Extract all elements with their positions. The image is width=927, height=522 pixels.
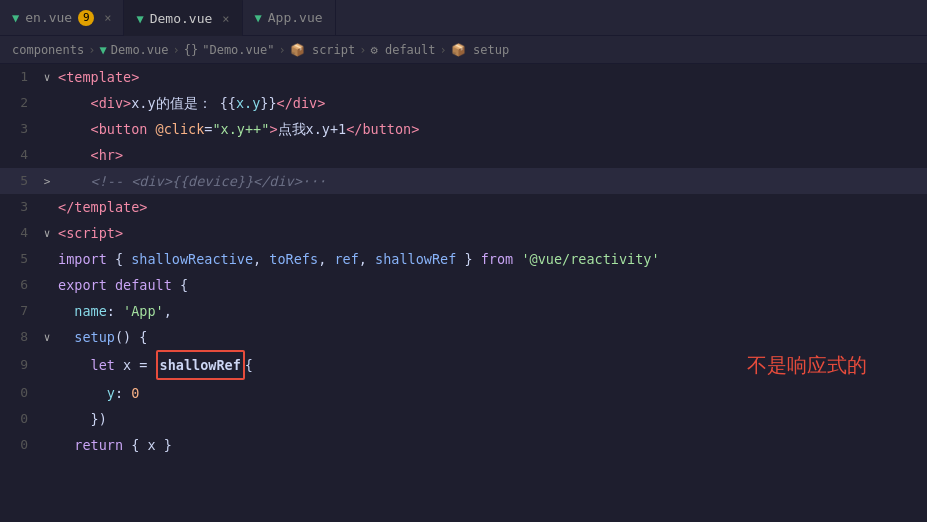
tab-label: en.vue — [25, 10, 72, 25]
code-line-4: 4 <hr> — [0, 142, 927, 168]
line-content: let x = shallowRef{ — [54, 350, 927, 380]
line-content: <template> — [54, 64, 927, 90]
code-line-2: 2 <div>x.y的值是： {{x.y}}</div> — [0, 90, 927, 116]
code-line-let-x: 9 let x = shallowRef{ 不是响应式的 — [0, 350, 927, 380]
code-line-1: 1 ∨ <template> — [0, 64, 927, 90]
line-number: 0 — [0, 380, 40, 406]
code-line-script: 4 ∨ <script> — [0, 220, 927, 246]
breadcrumb-sep: › — [173, 43, 180, 57]
breadcrumb-sep: › — [88, 43, 95, 57]
code-line-setup: 8 ∨ setup() { — [0, 324, 927, 350]
tab-en-vue[interactable]: ▼ en.vue 9 × — [0, 0, 124, 36]
tab-label: Demo.vue — [150, 11, 213, 26]
tab-app-vue[interactable]: ▼ App.vue — [243, 0, 336, 36]
line-number: 4 — [0, 142, 40, 168]
line-number: 9 — [0, 352, 40, 378]
line-content: import { shallowReactive, toRefs, ref, s… — [54, 246, 927, 272]
line-content: <hr> — [54, 142, 927, 168]
editor[interactable]: 1 ∨ <template> 2 <div>x.y的值是： {{x.y}}</d… — [0, 64, 927, 522]
vue-icon: ▼ — [255, 11, 262, 25]
line-number: 2 — [0, 90, 40, 116]
code-line-import: 5 import { shallowReactive, toRefs, ref,… — [0, 246, 927, 272]
fold-arrow[interactable]: ∨ — [40, 227, 54, 240]
line-number: 1 — [0, 64, 40, 90]
line-number: 3 — [0, 116, 40, 142]
line-content: y: 0 — [54, 380, 927, 406]
breadcrumb-item: 📦 setup — [451, 43, 509, 57]
breadcrumb-item: Demo.vue — [111, 43, 169, 57]
line-content: <div>x.y的值是： {{x.y}}</div> — [54, 90, 927, 116]
tab-bar: ▼ en.vue 9 × ▼ Demo.vue × ▼ App.vue — [0, 0, 927, 36]
breadcrumb-sep: › — [278, 43, 285, 57]
line-content: return { x } — [54, 432, 927, 458]
line-number: 0 — [0, 406, 40, 432]
tab-badge: 9 — [78, 10, 94, 26]
line-content: name: 'App', — [54, 298, 927, 324]
line-content: export default { — [54, 272, 927, 298]
breadcrumb-item: 📦 script — [290, 43, 356, 57]
close-icon[interactable]: × — [222, 12, 229, 26]
breadcrumb-item: {} — [184, 43, 198, 57]
fold-arrow[interactable]: > — [40, 175, 54, 188]
vue-icon: ▼ — [136, 12, 143, 26]
line-number: 7 — [0, 298, 40, 324]
code-line-end-template: 3 </template> — [0, 194, 927, 220]
line-content: }) — [54, 406, 927, 432]
breadcrumb-sep: › — [440, 43, 447, 57]
tab-label: App.vue — [268, 10, 323, 25]
tab-demo-vue[interactable]: ▼ Demo.vue × — [124, 0, 242, 36]
code-line-3: 3 <button @click="x.y++">点我x.y+1</button… — [0, 116, 927, 142]
line-number: 3 — [0, 194, 40, 220]
line-number: 0 — [0, 432, 40, 458]
code-line-export: 6 export default { — [0, 272, 927, 298]
line-number: 5 — [0, 246, 40, 272]
fold-arrow[interactable]: ∨ — [40, 331, 54, 344]
line-content: <!-- <div>{{device}}</div>··· — [54, 168, 927, 194]
breadcrumb: components › ▼ Demo.vue › {} "Demo.vue" … — [0, 36, 927, 64]
line-number: 6 — [0, 272, 40, 298]
breadcrumb-vue-icon: ▼ — [99, 43, 106, 57]
shallow-ref-highlight: shallowRef — [156, 350, 245, 380]
fold-arrow[interactable]: ∨ — [40, 71, 54, 84]
breadcrumb-item: "Demo.vue" — [202, 43, 274, 57]
line-number: 8 — [0, 324, 40, 350]
line-content: <script> — [54, 220, 927, 246]
code-line-name: 7 name: 'App', — [0, 298, 927, 324]
line-number: 4 — [0, 220, 40, 246]
breadcrumb-item: ⚙ default — [371, 43, 436, 57]
breadcrumb-item: components — [12, 43, 84, 57]
line-content: <button @click="x.y++">点我x.y+1</button> — [54, 116, 927, 142]
code-line-y: 0 y: 0 — [0, 380, 927, 406]
line-content: setup() { — [54, 324, 927, 350]
code-line-return: 0 return { x } — [0, 432, 927, 458]
line-number: 5 — [0, 168, 40, 194]
code-line-close-obj: 0 }) — [0, 406, 927, 432]
close-icon[interactable]: × — [104, 11, 111, 25]
vue-icon: ▼ — [12, 11, 19, 25]
editor-wrapper: 1 ∨ <template> 2 <div>x.y的值是： {{x.y}}</d… — [0, 64, 927, 522]
line-content: </template> — [54, 194, 927, 220]
breadcrumb-sep: › — [359, 43, 366, 57]
code-line-5: 5 > <!-- <div>{{device}}</div>··· — [0, 168, 927, 194]
